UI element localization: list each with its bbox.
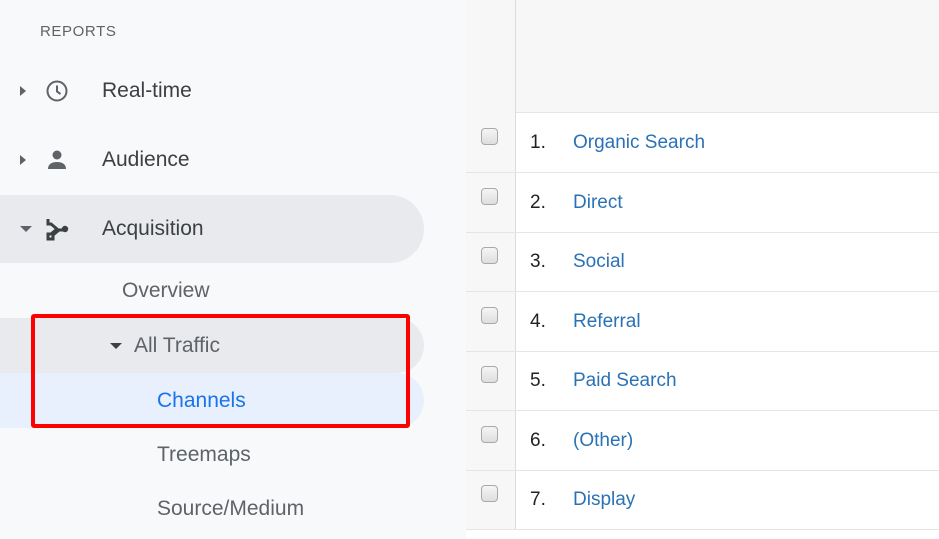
row-checkbox[interactable] [481,485,498,502]
sidebar-item-label: Audience [102,148,190,171]
person-icon [42,145,72,175]
row-number: 4. [530,310,546,332]
channels-table: 1. Organic Search 2. Direct 3. Social 4. Referr… [466,0,939,539]
row-number: 5. [530,370,546,391]
caret-right-icon[interactable] [20,155,26,165]
channel-link[interactable]: Referral [573,311,641,333]
reports-section-label: REPORTS [40,23,117,40]
clock-icon [42,76,72,106]
sidebar-item-overview[interactable]: Overview [122,264,210,318]
row-checkbox[interactable] [481,128,498,145]
row-checkbox[interactable] [481,366,498,383]
sidebar-item-audience[interactable]: Audience [0,126,424,194]
sidebar: REPORTS Real-time Audience Acquisition O… [0,0,466,539]
sidebar-item-label: Real-time [102,79,192,102]
sidebar-item-acquisition[interactable]: Acquisition [0,195,424,263]
sidebar-item-label: Source/Medium [157,497,305,520]
channel-link[interactable]: Display [573,489,635,511]
row-number: 3. [530,251,546,272]
row-number: 2. [530,191,546,213]
channel-link[interactable]: Paid Search [573,370,677,392]
table-row: 2. Direct [466,173,939,233]
channel-link[interactable]: Direct [573,192,623,214]
row-checkbox[interactable] [481,187,498,205]
row-number: 6. [530,429,546,451]
sidebar-item-realtime[interactable]: Real-time [0,57,424,125]
channel-link[interactable]: (Other) [573,430,633,452]
row-number: 1. [530,132,546,153]
sidebar-item-label: Treemaps [157,443,251,466]
channel-link[interactable]: Social [573,251,625,273]
table-row: 5. Paid Search [466,351,939,411]
row-number: 7. [530,489,546,510]
annotation-highlight-box [31,314,410,428]
caret-right-icon[interactable] [20,86,26,96]
caret-down-icon[interactable] [20,226,32,232]
acquisition-icon [42,214,72,244]
sidebar-item-treemaps[interactable]: Treemaps [157,428,251,482]
table-row: 7. Display [466,470,939,530]
table-row: 1. Organic Search [466,113,939,173]
table-row: 6. (Other) [466,411,939,471]
sidebar-item-source-medium[interactable]: Source/Medium [157,482,304,536]
sidebar-item-label: Acquisition [102,217,204,240]
row-checkbox[interactable] [481,247,498,264]
table-footer-space [466,530,939,539]
table-row: 3. Social [466,232,939,292]
sidebar-item-label: Overview [122,279,210,302]
table-header [466,0,939,113]
channel-link[interactable]: Organic Search [573,132,705,154]
row-checkbox[interactable] [481,425,498,443]
table-row: 4. Referral [466,292,939,352]
row-checkbox[interactable] [481,306,498,324]
